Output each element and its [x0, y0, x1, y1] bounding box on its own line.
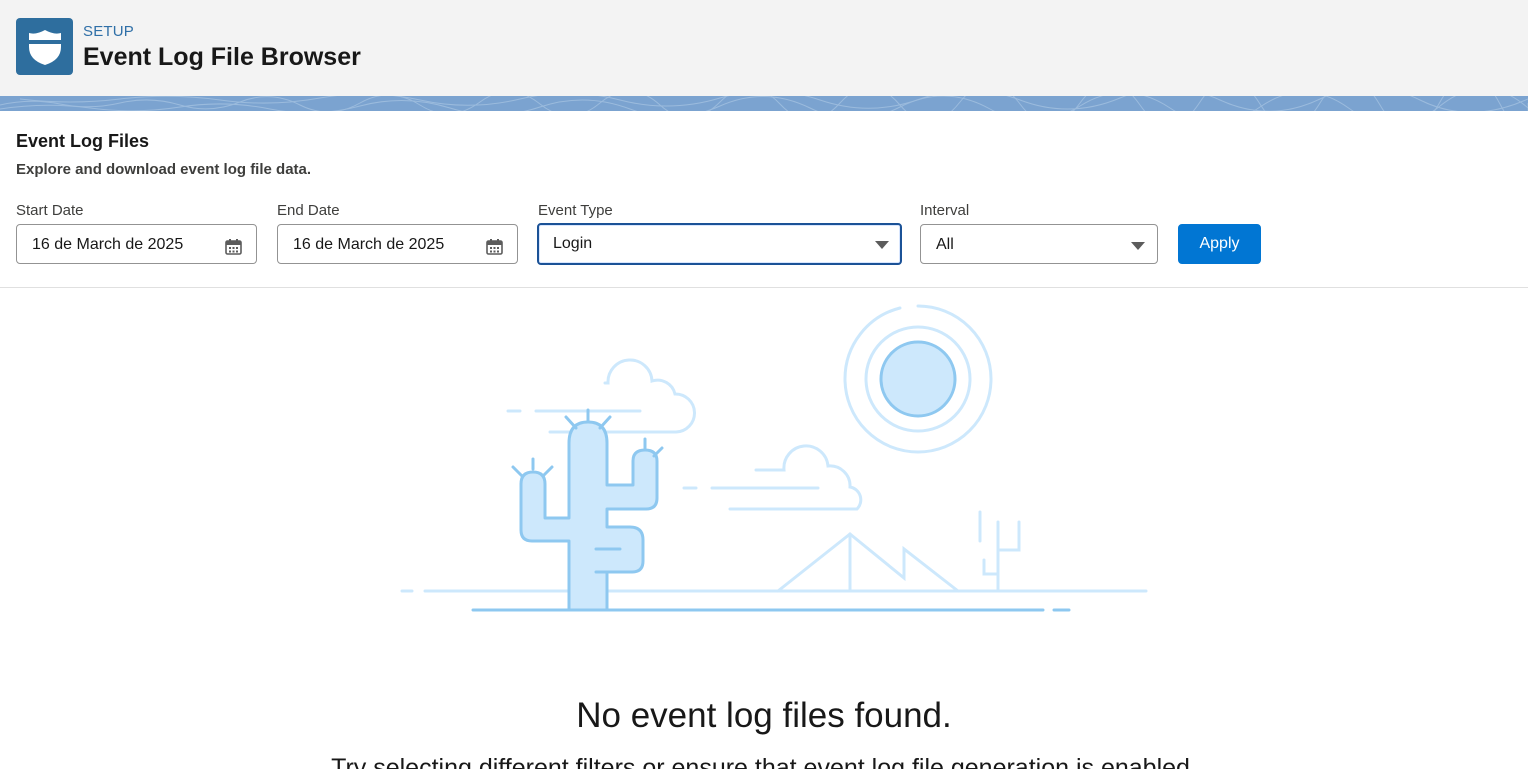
page-header: SETUP Event Log File Browser	[0, 0, 1528, 96]
empty-state-title: No event log files found.	[576, 696, 952, 735]
interval-label: Interval	[920, 202, 970, 219]
section-title: Event Log Files	[16, 131, 150, 151]
empty-state-message: Try selecting different filters or ensur…	[331, 754, 1197, 769]
end-date-field[interactable]: 16 de March de 2025	[277, 224, 518, 264]
calendar-icon[interactable]	[225, 238, 242, 255]
chevron-down-icon	[1131, 242, 1145, 250]
interval-value: All	[936, 236, 954, 253]
chevron-down-icon	[875, 241, 889, 249]
end-date-label: End Date	[277, 202, 340, 219]
desert-illustration	[400, 304, 1148, 612]
page-title: Event Log File Browser	[83, 43, 361, 71]
start-date-label: Start Date	[16, 202, 84, 219]
end-date-value: 16 de March de 2025	[293, 236, 445, 253]
event-log-file-browser-page: SETUP Event Log File Browser Event Log F…	[0, 0, 1528, 769]
event-type-label: Event Type	[538, 202, 613, 219]
start-date-field[interactable]: 16 de March de 2025	[16, 224, 257, 264]
calendar-icon[interactable]	[486, 238, 503, 255]
shield-icon	[16, 18, 73, 75]
start-date-value: 16 de March de 2025	[32, 236, 184, 253]
event-type-select[interactable]: Login	[537, 223, 902, 265]
interval-select[interactable]: All	[920, 224, 1158, 264]
apply-button[interactable]: Apply	[1178, 224, 1261, 264]
section-subtitle: Explore and download event log file data…	[16, 161, 312, 178]
header-decorative-band	[0, 96, 1528, 111]
event-type-value: Login	[553, 235, 593, 252]
header-kicker: SETUP	[83, 23, 135, 40]
